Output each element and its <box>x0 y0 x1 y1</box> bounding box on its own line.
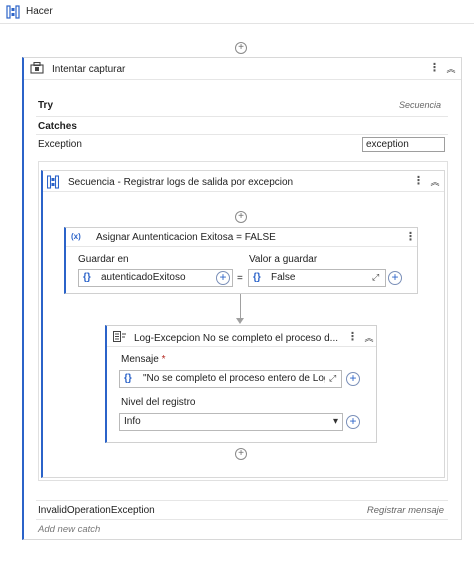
exception-type-label[interactable]: Exception <box>38 139 82 150</box>
try-label: Try <box>38 100 54 111</box>
log-message-title: Log-Excepcion No se completo el proceso … <box>134 333 338 344</box>
try-catch-collapse-icon[interactable]: ︽ <box>446 64 456 74</box>
assign-to-plus-icon[interactable]: + <box>216 271 230 285</box>
invalid-operation-catch[interactable]: InvalidOperationException <box>38 505 155 516</box>
equals-sign: = <box>237 273 243 284</box>
try-catch-title: Intentar capturar <box>52 64 126 75</box>
level-label: Nivel del registro <box>121 397 196 408</box>
required-mark: * <box>161 354 166 365</box>
braces-icon: {} <box>83 272 91 283</box>
message-plus-icon[interactable]: + <box>346 372 360 386</box>
message-label: Mensaje * <box>121 354 166 365</box>
catches-separator <box>36 134 448 135</box>
sequence-kebab-icon[interactable]: ⋮ <box>413 176 424 188</box>
braces-icon: {} <box>124 373 132 384</box>
try-separator <box>36 116 448 117</box>
level-value: Info <box>124 416 141 427</box>
add-activity-plus-icon[interactable]: + <box>235 211 247 223</box>
assign-value-value: False <box>271 272 296 283</box>
hacer-header <box>0 0 474 24</box>
assign-value-label: Valor a guardar <box>249 254 318 265</box>
try-catch-icon <box>30 61 44 74</box>
add-new-catch-link[interactable]: Add new catch <box>38 524 100 535</box>
expand-editor-icon[interactable]: ⤢ <box>329 373 336 384</box>
assign-to-field[interactable]: {} autenticadoExitoso + <box>78 269 233 287</box>
connector-line <box>240 294 241 320</box>
log-collapse-icon[interactable]: ︽ <box>364 333 374 343</box>
sequence-title: Secuencia - Registrar logs de salida por… <box>68 177 294 188</box>
catch-separator <box>36 519 448 520</box>
chevron-down-icon: ▾ <box>332 416 338 427</box>
message-value: "No se completo el proceso entero de Log <box>143 373 325 384</box>
message-label-text: Mensaje <box>121 354 159 365</box>
catch-separator <box>36 500 448 501</box>
level-select[interactable]: Info ▾ <box>119 413 343 431</box>
add-activity-plus-icon[interactable]: + <box>235 448 247 460</box>
exception-variable-input[interactable]: exception <box>362 137 445 152</box>
assign-icon: (x) <box>71 232 81 241</box>
assign-value-plus-icon[interactable]: + <box>388 271 402 285</box>
braces-icon: {} <box>253 272 261 283</box>
sequence-collapse-icon[interactable]: ︽ <box>430 177 440 187</box>
assign-title: Asignar Auntenticacion Exitosa = FALSE <box>96 232 276 243</box>
log-kebab-icon[interactable]: ⋮ <box>347 332 358 344</box>
try-catch-kebab-icon[interactable]: ⋮ <box>429 63 440 75</box>
connector-arrow <box>236 318 244 324</box>
expand-editor-icon[interactable]: ⤢ <box>372 272 379 283</box>
catches-label: Catches <box>38 121 77 132</box>
assign-kebab-icon[interactable]: ⋮ <box>405 232 416 244</box>
assign-to-value: autenticadoExitoso <box>101 272 186 283</box>
log-message-icon <box>113 331 127 342</box>
level-plus-icon[interactable]: + <box>346 415 360 429</box>
sequence-icon <box>46 175 60 189</box>
invalid-operation-action[interactable]: Registrar mensaje <box>367 505 444 516</box>
message-field[interactable]: {} "No se completo el proceso entero de … <box>119 370 342 388</box>
assign-value-field[interactable]: {} False ⤢ <box>248 269 386 287</box>
hacer-title: Hacer <box>26 6 53 17</box>
add-activity-plus-icon[interactable]: + <box>235 42 247 54</box>
try-body-placeholder[interactable]: Secuencia <box>399 100 441 110</box>
sequence-icon <box>6 5 20 19</box>
assign-to-label: Guardar en <box>78 254 129 265</box>
